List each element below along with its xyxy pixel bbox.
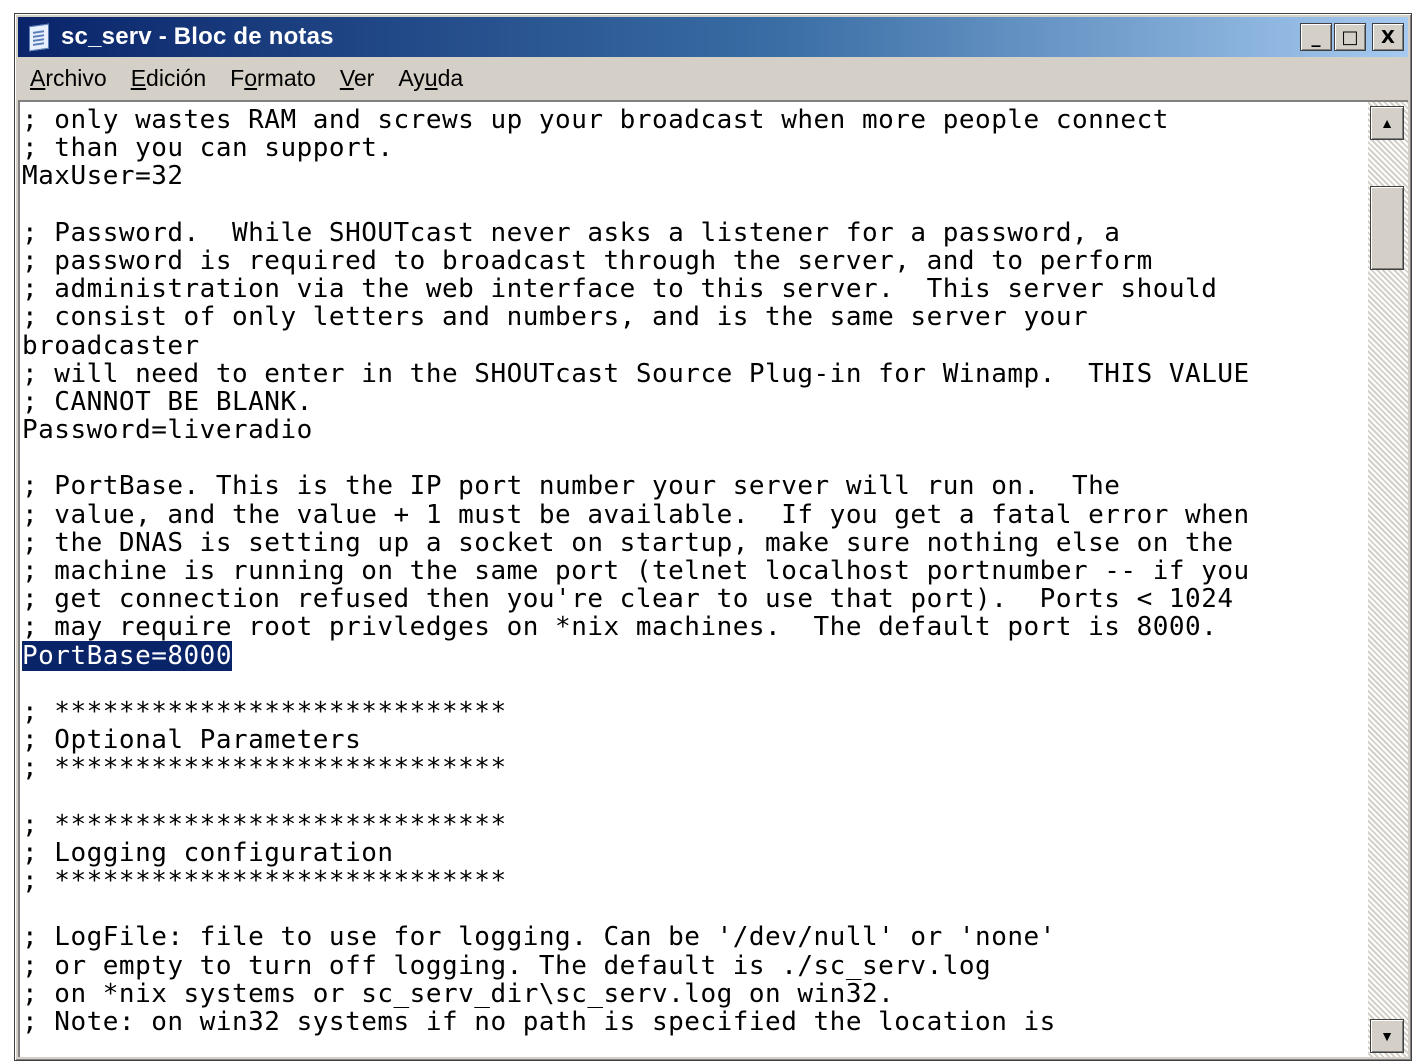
text-line[interactable] [22, 191, 1364, 219]
text-line[interactable]: ; Note: on win32 systems if no path is s… [22, 1008, 1364, 1036]
text-line[interactable]: ; Optional Parameters [22, 726, 1364, 754]
menu-edicion[interactable]: Edición [119, 65, 218, 92]
text-line[interactable]: ; get connection refused then you're cle… [22, 585, 1364, 613]
text-line[interactable]: ; **************************** [22, 754, 1364, 782]
text-line[interactable] [22, 670, 1364, 698]
text-selection[interactable]: PortBase=8000 [22, 640, 232, 671]
menu-edicion-mnemonic: E [130, 64, 147, 91]
text-line[interactable]: ; Password. While SHOUTcast never asks a… [22, 219, 1364, 247]
menu-ver[interactable]: Ver [328, 65, 387, 92]
scroll-up-arrow-icon[interactable]: ▲ [1370, 106, 1404, 140]
text-line[interactable]: ; Logging configuration [22, 839, 1364, 867]
scroll-down-arrow-icon[interactable]: ▼ [1370, 1019, 1404, 1053]
menu-ayuda-label: da [437, 64, 464, 91]
menu-ver-label: er [353, 64, 375, 91]
title-bar[interactable]: sc_serv - Bloc de notas _ □ X [18, 17, 1408, 57]
text-line[interactable]: ; may require root privledges on *nix ma… [22, 613, 1364, 641]
text-content[interactable]: ; only wastes RAM and screws up your bro… [22, 106, 1364, 1057]
text-line[interactable]: ; will need to enter in the SHOUTcast So… [22, 359, 1364, 387]
text-line[interactable] [22, 783, 1364, 811]
text-line[interactable]: ; on *nix systems or sc_serv_dir\sc_serv… [22, 980, 1364, 1008]
text-line[interactable]: ; PortBase. This is the IP port number y… [22, 472, 1364, 500]
text-line[interactable]: ; machine is running on the same port (t… [22, 557, 1364, 585]
text-line[interactable]: ; than you can support. [22, 134, 1364, 162]
menu-ver-mnemonic: V [339, 64, 354, 91]
text-line[interactable]: ; **************************** [22, 867, 1364, 895]
text-line[interactable]: Password=liveradio [22, 416, 1364, 444]
text-line[interactable] [22, 444, 1364, 472]
menu-archivo-mnemonic: A [30, 64, 46, 91]
text-line[interactable]: ; administration via the web interface t… [22, 275, 1364, 303]
text-editor[interactable]: ; only wastes RAM and screws up your bro… [18, 100, 1408, 1057]
menu-archivo[interactable]: Archivo [18, 65, 119, 92]
text-line[interactable]: ; password is required to broadcast thro… [22, 247, 1364, 275]
maximize-button[interactable]: □ [1334, 23, 1366, 51]
menu-formato-mnemonic: o [244, 64, 258, 91]
text-line[interactable]: ; value, and the value + 1 must be avail… [22, 500, 1364, 528]
text-line[interactable] [22, 895, 1364, 923]
text-line[interactable]: ; **************************** [22, 810, 1364, 838]
menu-bar: Archivo Edición Formato Ver Ayuda [18, 58, 1408, 98]
minimize-button[interactable]: _ [1300, 23, 1332, 51]
menu-ayuda-prefix: Ay [398, 64, 425, 91]
text-line[interactable]: ; LogFile: file to use for logging. Can … [22, 923, 1364, 951]
text-line[interactable]: ; CANNOT BE BLANK. [22, 388, 1364, 416]
scroll-thumb[interactable] [1370, 186, 1404, 270]
menu-formato-prefix: F [230, 64, 245, 91]
lines-after: ; ****************************; Optional… [22, 670, 1364, 1036]
menu-ayuda[interactable]: Ayuda [386, 65, 475, 92]
notepad-icon[interactable] [27, 23, 51, 52]
menu-formato[interactable]: Formato [218, 65, 328, 92]
text-line[interactable]: ; only wastes RAM and screws up your bro… [22, 106, 1364, 134]
text-line[interactable]: ; or empty to turn off logging. The defa… [22, 951, 1364, 979]
window-controls: _ □ X [1300, 23, 1404, 51]
window-title: sc_serv - Bloc de notas [61, 23, 334, 50]
text-line[interactable]: broadcaster [22, 331, 1364, 359]
text-line[interactable]: ; **************************** [22, 698, 1364, 726]
menu-ayuda-mnemonic: u [424, 64, 438, 91]
text-line[interactable]: ; the DNAS is setting up a socket on sta… [22, 529, 1364, 557]
selected-line[interactable]: PortBase=8000 [22, 640, 1364, 671]
lines-before: ; only wastes RAM and screws up your bro… [22, 106, 1364, 642]
text-line[interactable]: ; consist of only letters and numbers, a… [22, 303, 1364, 331]
vertical-scrollbar[interactable]: ▲ ▼ [1368, 102, 1408, 1057]
text-line[interactable]: MaxUser=32 [22, 162, 1364, 190]
menu-edicion-label: dición [146, 64, 207, 91]
menu-formato-label: rmato [257, 64, 316, 91]
notepad-window: sc_serv - Bloc de notas _ □ X Archivo Ed… [14, 13, 1412, 1061]
close-button[interactable]: X [1372, 23, 1404, 51]
menu-archivo-label: rchivo [45, 64, 107, 91]
